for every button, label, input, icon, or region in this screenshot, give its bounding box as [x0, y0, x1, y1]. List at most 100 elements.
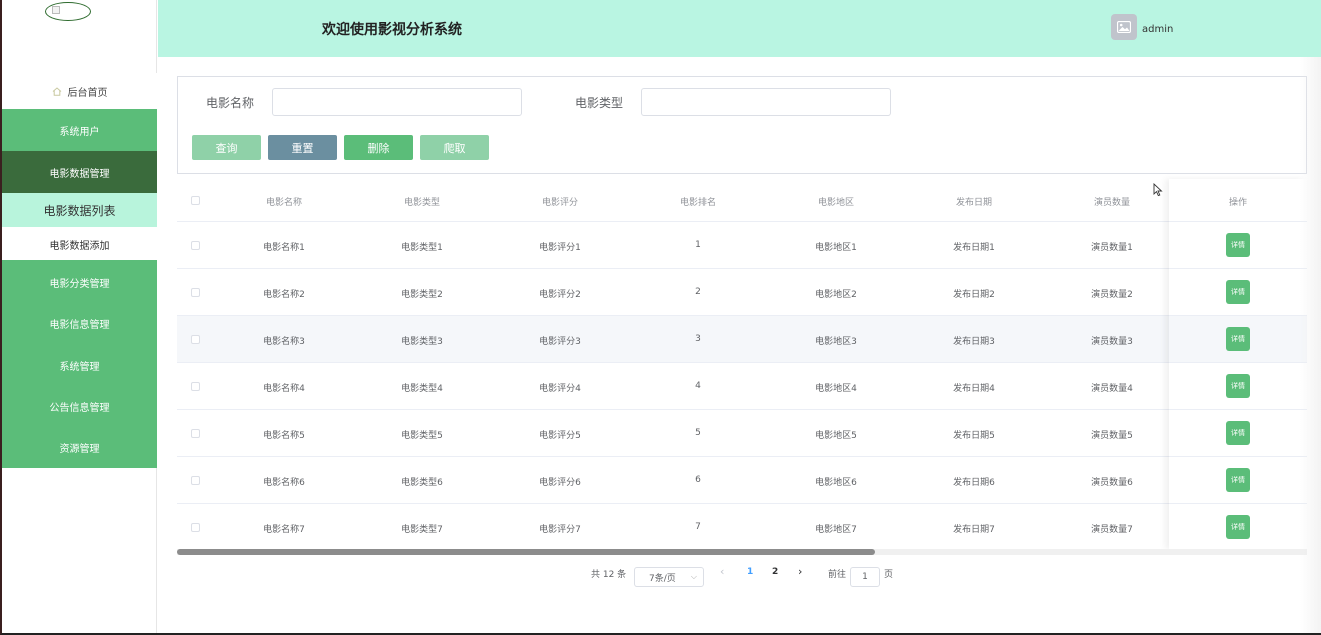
cell-actors: 演员数量6	[1091, 478, 1133, 488]
cell-name: 电影名称4	[263, 384, 305, 394]
movie-name-label: 电影名称	[206, 96, 255, 110]
next-page-icon[interactable]: ›	[798, 565, 802, 578]
sidebar-item-movie-add[interactable]: 电影数据添加	[2, 227, 157, 261]
row-checkbox[interactable]	[191, 241, 200, 250]
page-number-current[interactable]: 1	[747, 567, 753, 577]
cell-name: 电影名称2	[263, 290, 305, 300]
logo	[45, 2, 91, 21]
cell-actors: 演员数量2	[1091, 290, 1133, 300]
search-panel: 电影名称 电影类型 查询 重置 删除 爬取	[177, 76, 1307, 174]
cell-date: 发布日期6	[953, 478, 995, 488]
column-header: 电影排名	[679, 198, 716, 208]
select-all-checkbox[interactable]	[191, 196, 200, 205]
prev-page-icon[interactable]: ‹	[720, 565, 724, 578]
avatar[interactable]	[1111, 14, 1137, 40]
cell-name: 电影名称5	[263, 431, 305, 441]
cell-type: 电影类型6	[401, 478, 443, 488]
column-header: 电影名称	[265, 198, 302, 208]
cell-type: 电影类型2	[401, 290, 443, 300]
sidebar-item-system[interactable]: 系统管理	[2, 344, 157, 386]
fixed-actions-column	[1169, 179, 1307, 549]
row-checkbox[interactable]	[191, 429, 200, 438]
sidebar-item-movie-info[interactable]: 电影信息管理	[2, 302, 157, 344]
sidebar-item-home[interactable]: 后台首页	[2, 73, 157, 109]
sidebar-item-label: 系统用户	[59, 126, 100, 138]
sidebar-item-label: 电影数据添加	[49, 240, 110, 252]
query-button[interactable]: 查询	[192, 135, 261, 160]
sidebar-item-label: 后台首页	[67, 87, 108, 99]
table-row: 电影名称2 电影类型2 电影评分2 2 电影地区2 发布日期2 演员数量2 详情	[177, 269, 1307, 316]
cell-date: 发布日期3	[953, 337, 995, 347]
cell-region: 电影地区5	[815, 431, 857, 441]
sidebar: 后台首页 系统用户 电影数据管理 电影数据列表 电影数据添加 电影分类管理 电影…	[2, 0, 157, 633]
row-checkbox[interactable]	[191, 382, 200, 391]
cell-date: 发布日期7	[953, 525, 995, 535]
crawl-button[interactable]: 爬取	[420, 135, 489, 160]
table-header: 电影名称 电影类型 电影评分 电影排名 电影地区 发布日期 演员数量 操作	[177, 179, 1307, 222]
table-row: 电影名称6 电影类型6 电影评分6 6 电影地区6 发布日期6 演员数量6 详情	[177, 457, 1307, 504]
cell-actors: 演员数量5	[1091, 431, 1133, 441]
cell-date: 发布日期5	[953, 431, 995, 441]
column-header: 电影评分	[541, 198, 578, 208]
column-header: 演员数量	[1093, 198, 1130, 208]
row-checkbox[interactable]	[191, 288, 200, 297]
sidebar-item-notices[interactable]: 公告信息管理	[2, 385, 157, 427]
username[interactable]: admin	[1142, 24, 1173, 35]
cell-type: 电影类型5	[401, 431, 443, 441]
sidebar-item-label: 公告信息管理	[49, 402, 110, 414]
table-row: 电影名称4 电影类型4 电影评分4 4 电影地区4 发布日期4 演员数量4 详情	[177, 363, 1307, 410]
cell-actors: 演员数量4	[1091, 384, 1133, 394]
sidebar-item-category[interactable]: 电影分类管理	[2, 261, 157, 303]
cell-name: 电影名称3	[263, 337, 305, 347]
cell-rank: 5	[695, 428, 701, 438]
sidebar-item-label: 电影数据管理	[49, 168, 110, 180]
row-checkbox[interactable]	[191, 476, 200, 485]
cell-score: 电影评分6	[539, 478, 581, 488]
page-size-value: 7条/页	[649, 573, 676, 584]
top-header: 欢迎使用影视分析系统 admin	[158, 0, 1321, 57]
cell-region: 电影地区6	[815, 478, 857, 488]
sidebar-item-movie-list[interactable]: 电影数据列表	[2, 193, 157, 227]
page-title: 欢迎使用影视分析系统	[322, 22, 462, 38]
data-table: 电影名称 电影类型 电影评分 电影排名 电影地区 发布日期 演员数量 操作 电影…	[177, 179, 1307, 551]
cell-score: 电影评分3	[539, 337, 581, 347]
cell-actors: 演员数量7	[1091, 525, 1133, 535]
table-row: 电影名称7 电影类型7 电影评分7 7 电影地区7 发布日期7 演员数量7 详情	[177, 504, 1307, 551]
sidebar-item-label: 电影分类管理	[49, 278, 110, 290]
sidebar-item-movie-data[interactable]: 电影数据管理	[2, 151, 157, 193]
cell-date: 发布日期2	[953, 290, 995, 300]
delete-button[interactable]: 删除	[344, 135, 413, 160]
mouse-cursor-icon	[1153, 182, 1163, 201]
row-checkbox[interactable]	[191, 335, 200, 344]
cell-score: 电影评分2	[539, 290, 581, 300]
goto-page-input[interactable]: 1	[850, 567, 880, 587]
movie-name-input[interactable]	[272, 88, 522, 116]
cell-date: 发布日期4	[953, 384, 995, 394]
goto-label: 前往	[828, 570, 847, 580]
table-row: 电影名称1 电影类型1 电影评分1 1 电影地区1 发布日期1 演员数量1 详情	[177, 222, 1307, 269]
row-checkbox[interactable]	[191, 523, 200, 532]
cell-region: 电影地区1	[815, 243, 857, 253]
page-size-select[interactable]: 7条/页 ⌵	[634, 567, 704, 587]
table-row: 电影名称5 电影类型5 电影评分5 5 电影地区5 发布日期5 演员数量5 详情	[177, 410, 1307, 457]
cell-score: 电影评分5	[539, 431, 581, 441]
cell-region: 电影地区7	[815, 525, 857, 535]
cell-type: 电影类型7	[401, 525, 443, 535]
total-count: 共 12 条	[591, 570, 627, 580]
cell-actors: 演员数量3	[1091, 337, 1133, 347]
sidebar-item-label: 电影信息管理	[49, 319, 110, 331]
horizontal-scrollbar-thumb[interactable]	[177, 549, 875, 555]
movie-type-label: 电影类型	[575, 96, 624, 110]
sidebar-item-resources[interactable]: 资源管理	[2, 426, 157, 468]
page-number[interactable]: 2	[772, 567, 778, 577]
cell-date: 发布日期1	[953, 243, 995, 253]
cell-rank: 4	[695, 381, 701, 391]
cell-rank: 7	[695, 522, 701, 532]
cell-rank: 3	[695, 334, 701, 344]
movie-type-input[interactable]	[641, 88, 891, 116]
cell-region: 电影地区3	[815, 337, 857, 347]
sidebar-item-system-users[interactable]: 系统用户	[2, 109, 157, 151]
reset-button[interactable]: 重置	[268, 135, 337, 160]
cell-name: 电影名称1	[263, 243, 305, 253]
cell-rank: 6	[695, 475, 701, 485]
